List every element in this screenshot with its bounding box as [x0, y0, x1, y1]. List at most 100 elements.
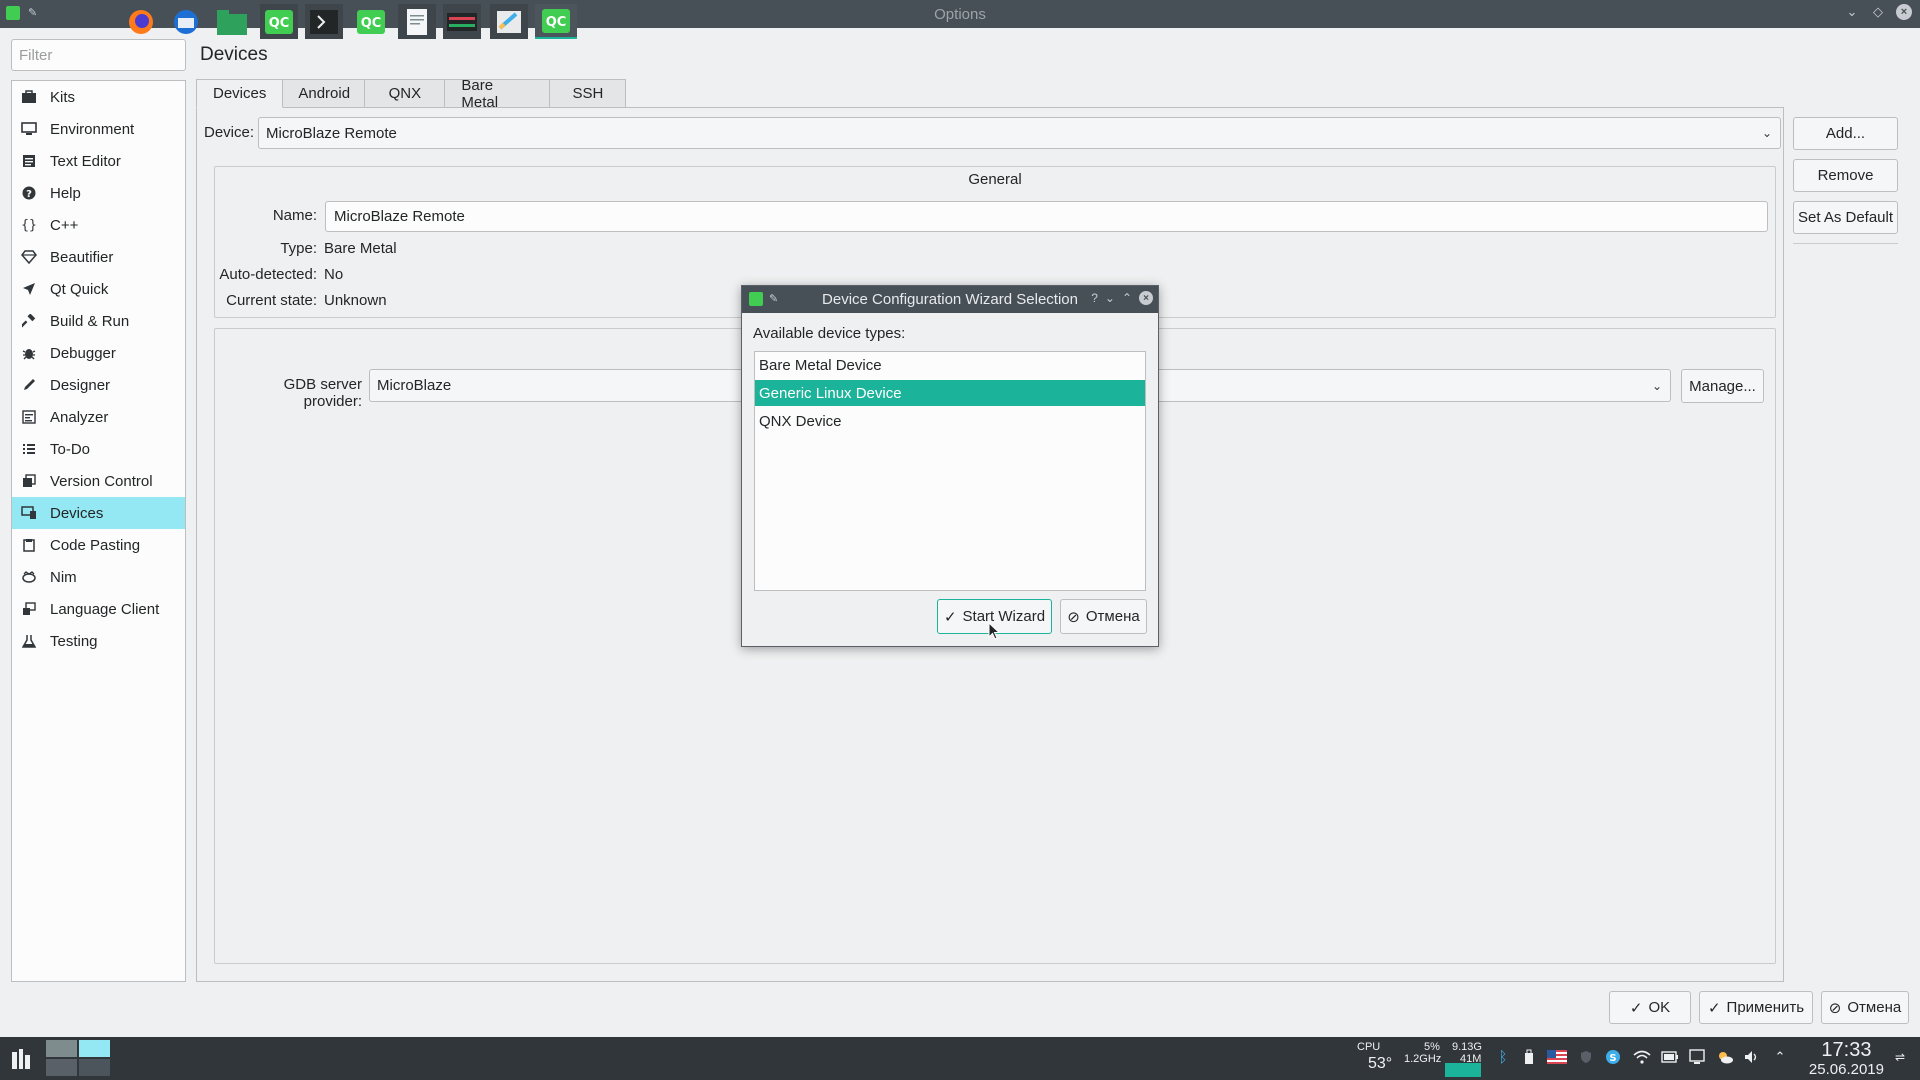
tab-label: Android [298, 85, 351, 102]
text-document-icon[interactable] [398, 4, 436, 39]
sidebar-item-qt-quick[interactable]: Qt Quick [12, 273, 185, 305]
pin-icon[interactable]: ✎ [28, 8, 38, 19]
sidebar-item-build-run[interactable]: Build & Run [12, 305, 185, 337]
monitor-icon [20, 120, 38, 138]
qt-creator-active-task-icon[interactable]: QC [535, 4, 577, 39]
nim-icon [20, 568, 38, 586]
memory-graph [1445, 1063, 1481, 1077]
usb-drive-icon[interactable] [1522, 1048, 1536, 1066]
show-desktop-icon[interactable]: ⇌ [1892, 1048, 1908, 1066]
cpu-frequency: 1.2GHz [1404, 1053, 1442, 1065]
qt-creator-task-icon[interactable]: QC [260, 4, 298, 39]
wizard-selection-dialog: ✎ Device Configuration Wizard Selection … [741, 285, 1159, 647]
remove-device-button[interactable]: Remove [1793, 159, 1898, 192]
minimize-icon[interactable]: ⌄ [1105, 291, 1115, 305]
list-item[interactable]: Bare Metal Device [755, 352, 1145, 378]
tab-bare-metal[interactable]: Bare Metal [445, 76, 551, 111]
battery-icon[interactable] [1660, 1048, 1680, 1066]
list-item-label: Bare Metal Device [759, 356, 882, 374]
page-title: Devices [200, 44, 268, 65]
tab-devices[interactable]: Devices [196, 79, 284, 108]
sidebar-item-debugger[interactable]: Debugger [12, 337, 185, 369]
sidebar-item-label: Debugger [50, 344, 116, 362]
apply-button[interactable]: ✓ Применить [1699, 991, 1813, 1024]
device-tabs: Devices Android QNX Bare Metal SSH [196, 76, 627, 111]
set-default-button[interactable]: Set As Default [1793, 201, 1898, 234]
sidebar-item-analyzer[interactable]: Analyzer [12, 401, 185, 433]
firefox-icon[interactable] [125, 4, 157, 39]
sidebar-item-devices[interactable]: Devices [12, 497, 185, 529]
wifi-icon[interactable] [1632, 1048, 1652, 1066]
sidebar-item-cpp[interactable]: {} C++ [12, 209, 185, 241]
filter-input[interactable] [11, 39, 186, 71]
sidebar-item-kits[interactable]: Kits [12, 81, 185, 113]
svg-text:QC: QC [546, 15, 567, 30]
check-icon: ✓ [943, 608, 957, 626]
device-select[interactable]: MicroBlaze Remote ⌄ [258, 117, 1781, 149]
kate-editor-icon[interactable] [490, 4, 528, 39]
terminal-icon[interactable] [305, 4, 343, 39]
dialog-cancel-button[interactable]: ⊘ Отмена [1060, 599, 1147, 634]
sidebar-item-nim[interactable]: Nim [12, 561, 185, 593]
sidebar-item-designer[interactable]: Designer [12, 369, 185, 401]
tab-android[interactable]: Android [283, 79, 366, 108]
sidebar-item-code-pasting[interactable]: Code Pasting [12, 529, 185, 561]
plugin-icon [20, 600, 38, 618]
sidebar-item-todo[interactable]: To-Do [12, 433, 185, 465]
bluetooth-icon[interactable]: ᛒ [1495, 1047, 1511, 1067]
sidebar-item-version-control[interactable]: Version Control [12, 465, 185, 497]
minimize-icon[interactable]: ⌄ [1844, 4, 1860, 20]
sidebar-item-label: Code Pasting [50, 536, 141, 554]
tab-ssh[interactable]: SSH [550, 79, 627, 108]
dialog-titlebar[interactable]: ✎ Device Configuration Wizard Selection … [742, 286, 1158, 313]
sidebar-item-beautifier[interactable]: Beautifier [12, 241, 185, 273]
list-item[interactable]: Generic Linux Device [755, 380, 1145, 406]
clipboard-icon [20, 536, 38, 554]
cancel-button[interactable]: ⊘ Отмена [1821, 991, 1909, 1024]
tab-qnx[interactable]: QNX [365, 79, 446, 108]
weather-icon[interactable] [1715, 1048, 1735, 1066]
sidebar-item-help[interactable]: ? Help [12, 177, 185, 209]
volume-icon[interactable] [1743, 1048, 1761, 1066]
auto-detected-label: Auto-detected: [219, 266, 317, 283]
tab-label: SSH [572, 85, 604, 102]
bug-icon [20, 344, 38, 362]
file-manager-icon[interactable] [214, 4, 250, 39]
dialog-title: Device Configuration Wizard Selection [822, 291, 1078, 308]
clock[interactable]: 17:33 25.06.2019 [1809, 1039, 1884, 1078]
tray-expand-icon[interactable]: ⌃ [1772, 1048, 1788, 1066]
list-item[interactable]: QNX Device [755, 408, 1145, 434]
ok-button[interactable]: ✓ OK [1609, 991, 1691, 1024]
app-launcher-icon[interactable] [8, 1046, 34, 1072]
close-icon[interactable]: × [1139, 291, 1153, 305]
dialog-help-icon[interactable]: ? [1091, 291, 1098, 305]
manage-gdb-button[interactable]: Manage... [1681, 369, 1764, 403]
pager-icon[interactable] [45, 1039, 112, 1077]
device-name-field[interactable]: MicroBlaze Remote [325, 201, 1768, 232]
maximize-icon[interactable]: ◇ [1870, 4, 1886, 20]
svg-text:QC: QC [269, 16, 290, 31]
close-icon[interactable]: × [1896, 4, 1912, 20]
skype-icon[interactable]: S [1604, 1048, 1622, 1066]
qt-creator-task-icon-2[interactable]: QC [352, 4, 390, 39]
button-label: Add... [1825, 125, 1866, 142]
maximize-icon[interactable]: ⌃ [1122, 291, 1132, 305]
sidebar-item-label: C++ [50, 216, 79, 234]
tab-label: Bare Metal [461, 76, 499, 111]
sidebar-item-testing[interactable]: Testing [12, 625, 185, 657]
keyboard-layout-flag-icon[interactable] [1546, 1048, 1568, 1066]
pin-icon[interactable]: ✎ [769, 294, 779, 305]
thunderbird-icon[interactable] [170, 4, 202, 39]
device-type-list[interactable]: Bare Metal Device Generic Linux Device Q… [754, 351, 1146, 591]
device-label: Device: [204, 124, 255, 141]
display-icon[interactable] [1688, 1048, 1706, 1066]
shield-icon[interactable] [1578, 1048, 1594, 1066]
system-monitor-icon[interactable] [443, 4, 481, 39]
sidebar-item-label: Devices [50, 504, 104, 522]
options-category-list[interactable]: Kits Environment Text Editor ? Help {} C… [11, 80, 186, 982]
sidebar-item-environment[interactable]: Environment [12, 113, 185, 145]
add-device-button[interactable]: Add... [1793, 117, 1898, 150]
button-separator [1793, 243, 1898, 244]
sidebar-item-language-client[interactable]: Language Client [12, 593, 185, 625]
sidebar-item-text-editor[interactable]: Text Editor [12, 145, 185, 177]
